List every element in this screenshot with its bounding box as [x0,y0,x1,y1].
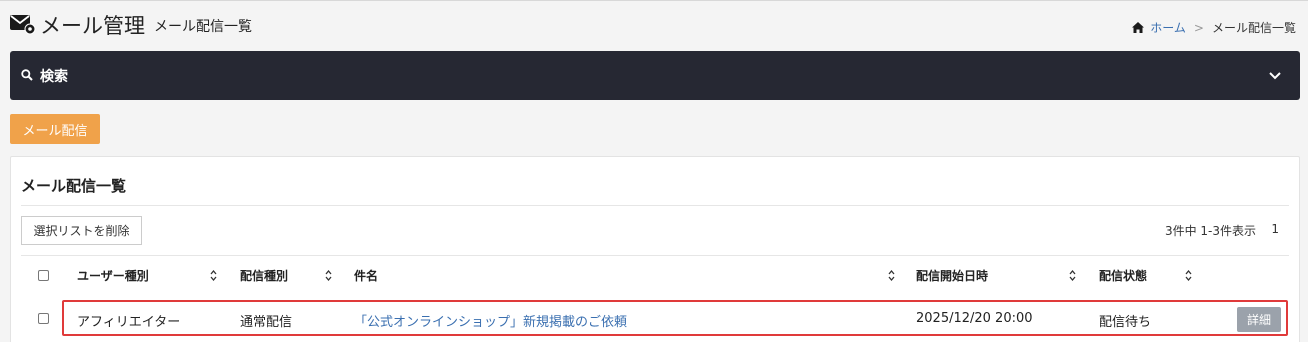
table-divider [21,255,1289,256]
page-title: メール管理 [40,14,145,38]
chevron-down-icon[interactable] [1269,71,1281,80]
page-number-link[interactable]: 1 [1271,222,1279,236]
list-title: メール配信一覧 [21,177,127,195]
breadcrumb: ホーム > メール配信一覧 [1132,19,1296,36]
sort-icon[interactable] [1185,270,1192,281]
mail-send-button[interactable]: メール配信 [10,114,100,144]
search-panel-label: 検索 [40,69,68,85]
column-header-delivery-type[interactable]: 配信種別 [240,267,288,284]
sort-icon[interactable] [210,270,217,281]
column-header-status[interactable]: 配信状態 [1099,267,1147,284]
cell-delivery-type: 通常配信 [240,315,293,330]
sort-icon[interactable] [1069,270,1076,281]
mail-settings-icon [10,15,36,35]
column-header-user-type[interactable]: ユーザー種別 [77,267,149,284]
sort-icon[interactable] [325,270,332,281]
detail-button[interactable]: 詳細 [1237,307,1281,332]
cell-status: 配信待ち [1099,315,1152,330]
breadcrumb-separator: > [1193,20,1204,35]
pagination-info: 3件中 1-3件表示 [1164,224,1256,238]
sort-icon[interactable] [888,270,895,281]
breadcrumb-home-link[interactable]: ホーム [1150,19,1186,36]
cell-user-type: アフィリエイター [77,315,181,330]
column-header-subject[interactable]: 件名 [354,267,378,284]
breadcrumb-current: メール配信一覧 [1211,21,1296,35]
cell-subject-link[interactable]: 「公式オンラインショップ」新規掲載のご依頼 [354,311,627,330]
top-border [0,0,1308,1]
home-icon [1132,22,1145,33]
search-panel-toggle[interactable]: 検索 [10,51,1300,100]
page-subtitle: メール配信一覧 [154,19,252,35]
delete-selected-button[interactable]: 選択リストを削除 [21,216,142,245]
column-header-start-datetime[interactable]: 配信開始日時 [916,267,988,284]
row-checkbox[interactable] [38,313,49,324]
divider [21,205,1289,206]
search-icon [21,69,33,81]
mail-list-card: メール配信一覧 選択リストを削除 3件中 1-3件表示 1 ユーザー種別 配信種… [10,156,1300,342]
page-header: メール管理 メール配信一覧 ホーム > メール配信一覧 [10,8,1296,40]
cell-start-datetime: 2025/12/20 20:00 [916,311,1033,326]
select-all-checkbox[interactable] [38,270,49,281]
